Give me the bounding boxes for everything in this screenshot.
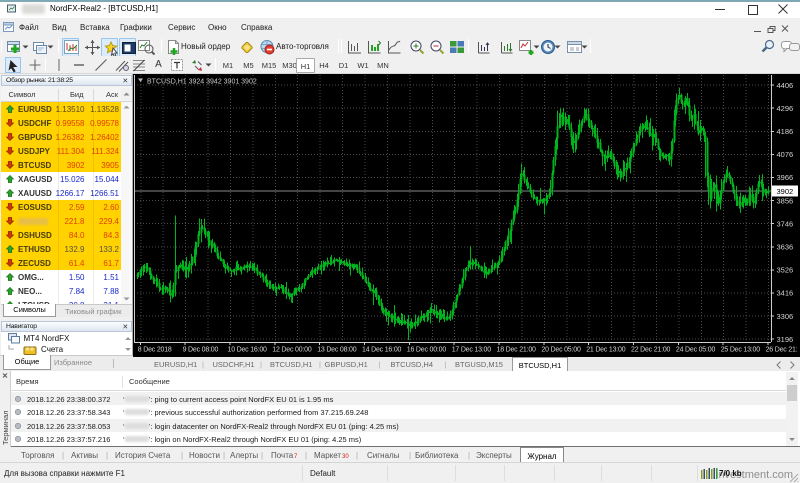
svg-text:12 Dec 00:00: 12 Dec 00:00 (272, 347, 312, 354)
svg-text:22 Dec 21:00: 22 Dec 21:00 (631, 347, 671, 354)
svg-text:3902: 3902 (777, 187, 794, 196)
svg-text:16 Dec 00:00: 16 Dec 00:00 (407, 347, 447, 354)
svg-text:3306: 3306 (777, 312, 794, 321)
svg-text:20 Dec 05:00: 20 Dec 05:00 (541, 347, 581, 354)
svg-text:3416: 3416 (777, 289, 794, 298)
svg-text:25 Dec 13:00: 25 Dec 13:00 (721, 347, 761, 354)
svg-text:3856: 3856 (777, 196, 794, 205)
svg-text:26 Dec 21:: 26 Dec 21: (766, 347, 798, 354)
svg-text:4076: 4076 (777, 150, 794, 159)
svg-text:3526: 3526 (777, 266, 794, 275)
svg-text:3636: 3636 (777, 243, 794, 252)
svg-text:18 Dec 21:00: 18 Dec 21:00 (497, 347, 537, 354)
svg-text:4186: 4186 (777, 127, 794, 136)
svg-text:BTCUSD,H1 3924 3942 3901 3902: BTCUSD,H1 3924 3942 3901 3902 (147, 79, 257, 86)
svg-text:3966: 3966 (777, 173, 794, 182)
svg-text:14 Dec 16:00: 14 Dec 16:00 (362, 347, 402, 354)
svg-text:4296: 4296 (777, 104, 794, 113)
svg-text:3196: 3196 (777, 335, 794, 344)
svg-text:4406: 4406 (777, 81, 794, 90)
svg-text:3746: 3746 (777, 219, 794, 228)
svg-text:9 Dec 08:00: 9 Dec 08:00 (183, 347, 219, 354)
svg-text:13 Dec 08:00: 13 Dec 08:00 (317, 347, 357, 354)
svg-text:17 Dec 13:00: 17 Dec 13:00 (452, 347, 492, 354)
svg-text:21 Dec 13:00: 21 Dec 13:00 (586, 347, 626, 354)
svg-text:8 Dec 2018: 8 Dec 2018 (138, 347, 172, 354)
svg-text:10 Dec 16:00: 10 Dec 16:00 (228, 347, 268, 354)
svg-text:24 Dec 05:00: 24 Dec 05:00 (676, 347, 716, 354)
